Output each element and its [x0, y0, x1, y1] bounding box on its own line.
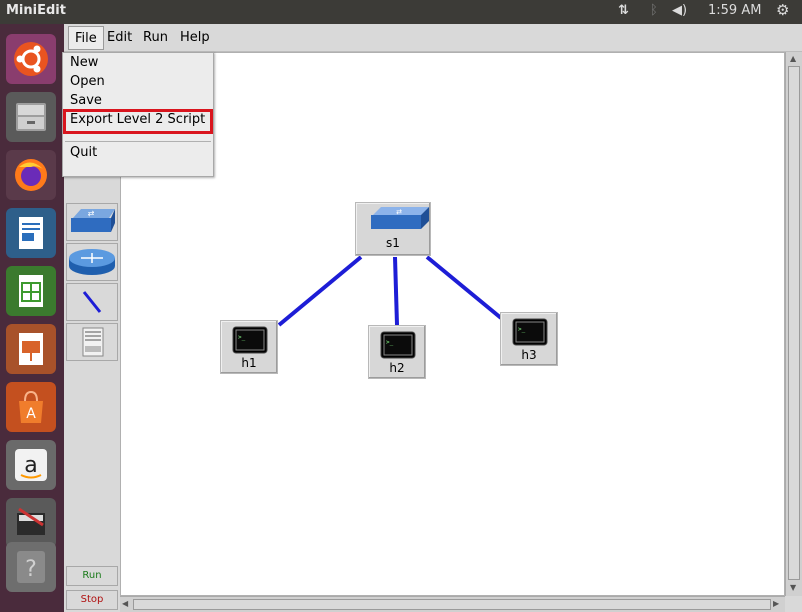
bluetooth-icon[interactable]: ᛒ	[650, 3, 658, 18]
menubar: File Edit Run Help	[64, 24, 802, 52]
horizontal-scroll-thumb[interactable]	[133, 599, 771, 610]
menu-separator	[65, 141, 211, 142]
scroll-up-icon[interactable]: ▲	[790, 54, 796, 63]
link-s1-h1[interactable]	[277, 255, 363, 327]
host-node[interactable]: >_ h3	[500, 312, 558, 366]
menu-file[interactable]: File	[68, 26, 104, 50]
switch-node[interactable]: ⇄ s1	[355, 202, 431, 256]
node-label: h3	[521, 348, 537, 362]
svg-text:a: a	[24, 453, 37, 478]
svg-text:A: A	[26, 406, 36, 422]
terminal-icon: >_	[512, 318, 548, 346]
vertical-scrollbar[interactable]: ▲ ▼	[785, 52, 802, 596]
menu-run[interactable]: Run	[137, 26, 174, 50]
menu-edit[interactable]: Edit	[101, 26, 138, 50]
writer-icon[interactable]	[6, 208, 56, 258]
run-button-label: Run	[82, 570, 102, 581]
link-s1-h3[interactable]	[425, 255, 503, 320]
topology-canvas[interactable]: ⇄ s1 >_ h1 >_ h2 >_ h3	[120, 52, 785, 596]
horizontal-scrollbar[interactable]: ◀ ▶	[120, 596, 785, 612]
terminal-icon: >_	[232, 326, 268, 354]
amazon-icon[interactable]: a	[6, 440, 56, 490]
node-label: h2	[389, 361, 405, 375]
menu-item-export-level2-script[interactable]: Export Level 2 Script	[70, 112, 205, 127]
run-button[interactable]: Run	[66, 566, 118, 586]
files-icon[interactable]	[6, 92, 56, 142]
svg-text:>_: >_	[386, 339, 394, 346]
controller-icon	[82, 327, 104, 357]
menu-item-save[interactable]: Save	[70, 93, 102, 108]
network-icon[interactable]: ⇅	[618, 3, 629, 18]
stop-button-label: Stop	[80, 594, 104, 605]
scroll-right-icon[interactable]: ▶	[773, 599, 779, 608]
settings-gear-icon[interactable]: ⚙	[776, 1, 789, 19]
help-icon[interactable]: ?	[6, 542, 56, 592]
clock[interactable]: 1:59 AM	[708, 3, 761, 18]
file-menu-dropdown: New Open Save Export Level 2 Script Quit	[62, 52, 214, 177]
volume-icon[interactable]: ◀)	[672, 3, 687, 18]
link-icon	[82, 291, 102, 313]
app-title: MiniEdit	[6, 3, 66, 18]
host-node[interactable]: >_ h2	[368, 325, 426, 379]
system-settings-icon[interactable]	[6, 498, 56, 548]
link-tool-button[interactable]	[66, 283, 118, 321]
node-label: s1	[386, 236, 400, 250]
vertical-scroll-thumb[interactable]	[788, 66, 800, 580]
node-label: h1	[241, 356, 257, 370]
calc-icon[interactable]	[6, 266, 56, 316]
scroll-left-icon[interactable]: ◀	[122, 599, 128, 608]
svg-text:>_: >_	[238, 334, 246, 341]
host-node[interactable]: >_ h1	[220, 320, 278, 374]
firefox-icon[interactable]	[6, 150, 56, 200]
menu-item-quit[interactable]: Quit	[70, 145, 97, 160]
stop-button[interactable]: Stop	[66, 590, 118, 610]
menu-help[interactable]: Help	[174, 26, 216, 50]
router-icon	[69, 249, 115, 275]
menu-item-new[interactable]: New	[70, 55, 98, 70]
link-s1-h2[interactable]	[393, 256, 399, 326]
switch-icon: ⇄	[371, 207, 429, 229]
switch-icon: ⇄	[71, 209, 115, 232]
top-panel: MiniEdit ⇅ ᛒ ◀) 1:59 AM ⚙	[0, 0, 802, 24]
svg-text:>_: >_	[518, 326, 526, 333]
launcher: A a ?	[0, 24, 64, 612]
ubuntu-icon[interactable]	[6, 34, 56, 84]
router-tool-button[interactable]	[66, 243, 118, 281]
switch-tool-button[interactable]: ⇄	[66, 203, 118, 241]
controller-tool-button[interactable]	[66, 323, 118, 361]
software-center-icon[interactable]: A	[6, 382, 56, 432]
impress-icon[interactable]	[6, 324, 56, 374]
menu-item-open[interactable]: Open	[70, 74, 105, 89]
terminal-icon: >_	[380, 331, 416, 359]
scroll-down-icon[interactable]: ▼	[790, 583, 796, 592]
svg-text:?: ?	[25, 557, 37, 582]
svg-text:⇄: ⇄	[396, 208, 402, 216]
svg-text:⇄: ⇄	[88, 209, 95, 218]
